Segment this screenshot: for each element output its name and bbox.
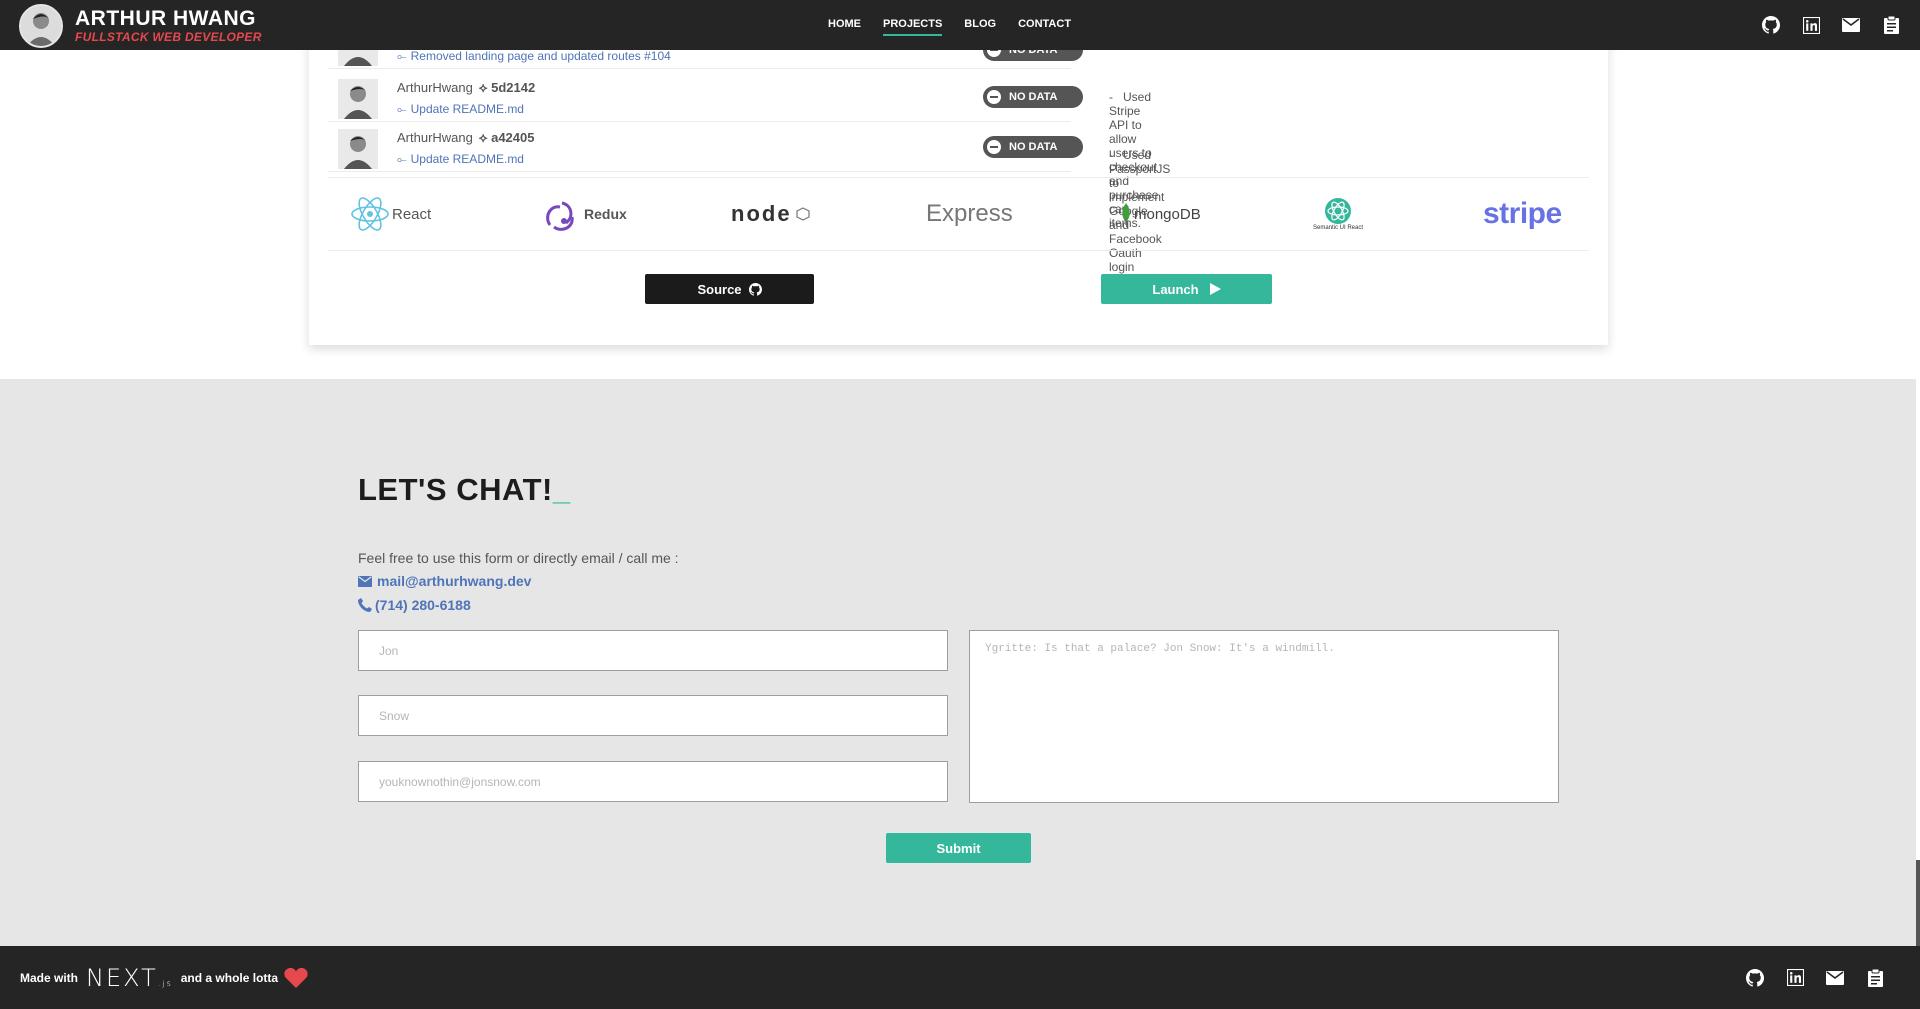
nav-contact[interactable]: CONTACT <box>1018 14 1071 36</box>
commit-row: ArthurHwang ⟡ a42405 ⟜ Update README.md NO… <box>328 123 1170 288</box>
clipboard-icon[interactable] <box>1865 968 1885 988</box>
mail-icon[interactable] <box>1825 968 1845 988</box>
heart-icon <box>284 967 308 988</box>
tech-label: mongoDB <box>1134 205 1201 223</box>
tech-node: node <box>731 178 810 250</box>
commit-message[interactable]: ⟜ Update README.md <box>397 152 524 167</box>
mail-icon[interactable] <box>1841 15 1861 35</box>
commit-row: ArthurHwang ⟡ 5d2142 ⟜ Update README.md NO… <box>328 73 1158 230</box>
semantic-ui-icon <box>1325 198 1352 224</box>
nav-links: HOME PROJECTS BLOG CONTACT <box>828 0 1093 50</box>
tech-label: stripe <box>1483 197 1562 230</box>
tech-label: node <box>731 201 792 226</box>
commit-sha[interactable]: ⟡ a42405 <box>479 130 535 145</box>
mail-icon <box>358 575 372 587</box>
submit-button[interactable]: Submit <box>886 833 1031 863</box>
phone-icon <box>358 598 372 612</box>
source-button[interactable]: Source <box>645 274 814 304</box>
minus-circle-icon <box>987 90 1001 104</box>
made-with-label: Made with <box>20 970 79 985</box>
tech-label: React <box>392 205 432 223</box>
brand-subtitle: FULLSTACK WEB DEVELOPER <box>75 30 262 44</box>
nav-blog[interactable]: BLOG <box>964 14 996 36</box>
message-textarea[interactable] <box>969 630 1559 803</box>
tech-react: React <box>350 178 431 250</box>
commit-avatar <box>338 129 378 169</box>
scrollbar[interactable] <box>1916 860 1920 946</box>
redux-icon <box>546 201 574 231</box>
footer-social-links <box>1725 946 1885 1009</box>
avatar <box>19 4 63 48</box>
clipboard-icon[interactable] <box>1881 15 1901 35</box>
tech-stripe: stripe <box>1483 178 1562 250</box>
commit-message[interactable]: ⟜ Removed landing page and updated routes… <box>397 49 671 64</box>
commit-icon: ⟜ <box>397 102 407 116</box>
mongodb-leaf-icon <box>1122 203 1130 225</box>
brand-name: ARTHUR HWANG <box>75 7 256 30</box>
header-social-links <box>1741 0 1901 50</box>
phone-link[interactable]: (714) 280-6188 <box>358 597 471 613</box>
github-icon <box>748 282 762 296</box>
commit-author: ArthurHwang ⟡ a42405 <box>397 130 535 145</box>
commit-avatar <box>338 79 378 119</box>
footer: Made with NEXT.js and a whole lotta <box>0 946 1920 1009</box>
launch-button[interactable]: Launch <box>1101 274 1272 304</box>
nextjs-logo[interactable]: NEXT.js <box>86 964 173 992</box>
nav-projects[interactable]: PROJECTS <box>883 14 943 36</box>
status-badge: NO DATA <box>983 86 1083 108</box>
brand[interactable]: ARTHUR HWANG FULLSTACK WEB DEVELOPER <box>19 4 262 48</box>
top-navbar: ARTHUR HWANG FULLSTACK WEB DEVELOPER HOM… <box>0 0 1920 50</box>
commit-icon: ⟜ <box>397 152 407 166</box>
contact-title: LET'S CHAT!_ <box>358 472 571 507</box>
nav-home[interactable]: HOME <box>828 14 861 36</box>
commit-icon: ⟜ <box>397 49 407 63</box>
contact-intro: Feel free to use this form or directly e… <box>358 550 679 566</box>
tech-express: Express <box>926 178 1013 250</box>
commit-sha[interactable]: ⟡ 5d2142 <box>479 80 535 95</box>
commit-message[interactable]: ⟜ Update README.md <box>397 102 524 117</box>
react-icon <box>351 197 389 231</box>
typing-cursor: _ <box>552 472 571 507</box>
tech-label: Express <box>926 200 1013 227</box>
minus-circle-icon <box>987 140 1001 154</box>
tech-label: Semantic UI React <box>1313 225 1364 231</box>
play-icon <box>1209 283 1221 295</box>
tech-semantic-ui-react: Semantic UI React <box>1313 178 1363 250</box>
and-text: and a whole lotta <box>180 970 279 985</box>
tech-stack: React Redux node Express mongoDB Semanti… <box>328 177 1589 251</box>
tech-mongodb: mongoDB <box>1120 178 1201 250</box>
made-with: Made with NEXT.js and a whole lotta <box>20 946 308 1009</box>
linkedin-icon[interactable] <box>1785 968 1805 988</box>
project-card: ⟜ Removed landing page and updated routes… <box>309 26 1608 345</box>
last-name-input[interactable] <box>358 695 948 736</box>
email-input[interactable] <box>358 761 948 802</box>
nodejs-hex-icon <box>795 207 810 221</box>
linkedin-icon[interactable] <box>1801 15 1821 35</box>
email-link[interactable]: mail@arthurhwang.dev <box>358 573 531 589</box>
contact-section: LET'S CHAT!_ Feel free to use this form … <box>0 379 1916 946</box>
status-badge: NO DATA <box>983 136 1083 158</box>
tech-redux: Redux <box>540 178 627 250</box>
first-name-input[interactable] <box>358 630 948 671</box>
github-icon[interactable] <box>1745 968 1765 988</box>
github-icon[interactable] <box>1761 15 1781 35</box>
tech-label: Redux <box>584 206 627 222</box>
commit-author: ArthurHwang ⟡ 5d2142 <box>397 80 536 95</box>
